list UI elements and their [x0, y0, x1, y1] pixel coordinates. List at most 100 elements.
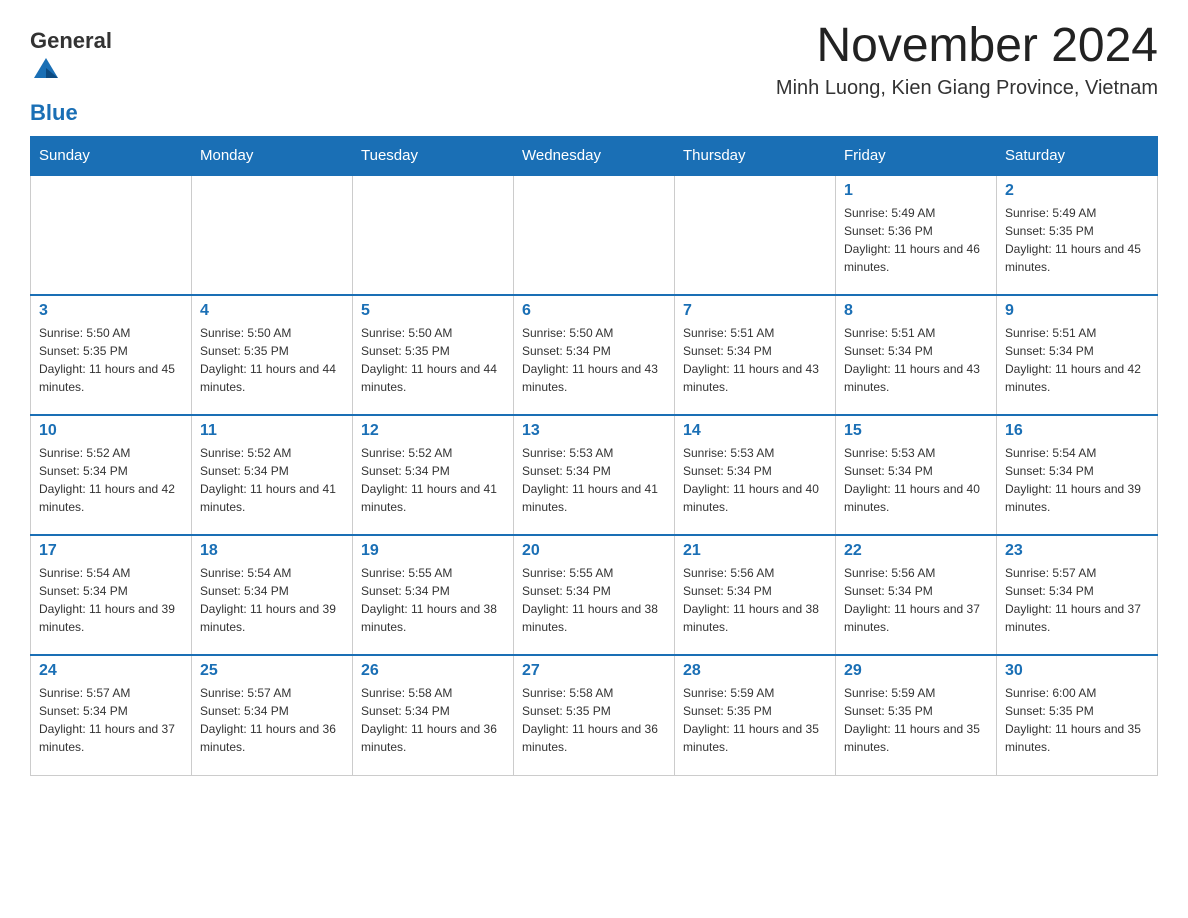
header-sunday: Sunday	[31, 137, 192, 176]
week-row-2: 10 Sunrise: 5:52 AMSunset: 5:34 PMDayligh…	[31, 415, 1158, 535]
week-row-0: 1 Sunrise: 5:49 AMSunset: 5:36 PMDaylight…	[31, 175, 1158, 295]
day-number-8: 8	[844, 302, 988, 320]
week-row-1: 3 Sunrise: 5:50 AMSunset: 5:35 PMDaylight…	[31, 295, 1158, 415]
day-number-11: 11	[200, 422, 344, 440]
calendar-cell-w2-d4: 14 Sunrise: 5:53 AMSunset: 5:34 PMDayligh…	[675, 415, 836, 535]
calendar: Sunday Monday Tuesday Wednesday Thursday…	[30, 136, 1158, 776]
day-number-9: 9	[1005, 302, 1149, 320]
calendar-cell-w2-d6: 16 Sunrise: 5:54 AMSunset: 5:34 PMDayligh…	[997, 415, 1158, 535]
calendar-cell-w4-d3: 27 Sunrise: 5:58 AMSunset: 5:35 PMDayligh…	[514, 655, 675, 775]
header-tuesday: Tuesday	[353, 137, 514, 176]
day-info-14: Sunrise: 5:53 AMSunset: 5:34 PMDaylight:…	[683, 444, 827, 516]
calendar-cell-w3-d4: 21Sunrise: 5:56 AMSunset: 5:34 PMDayligh…	[675, 535, 836, 655]
day-number-13: 13	[522, 422, 666, 440]
day-number-26: 26	[361, 662, 505, 680]
calendar-header-row: Sunday Monday Tuesday Wednesday Thursday…	[31, 137, 1158, 176]
day-number-16: 16	[1005, 422, 1149, 440]
day-number-7: 7	[683, 302, 827, 320]
calendar-cell-w3-d1: 18Sunrise: 5:54 AMSunset: 5:34 PMDayligh…	[192, 535, 353, 655]
day-number-25: 25	[200, 662, 344, 680]
day-number-12: 12	[361, 422, 505, 440]
calendar-cell-w3-d3: 20 Sunrise: 5:55 AMSunset: 5:34 PMDayligh…	[514, 535, 675, 655]
month-title: November 2024	[776, 20, 1158, 73]
day-number-14: 14	[683, 422, 827, 440]
header: General Blue November 2024 Minh Luong, K…	[30, 20, 1158, 126]
day-number-17: 17	[39, 542, 183, 560]
day-info-16: Sunrise: 5:54 AMSunset: 5:34 PMDaylight:…	[1005, 444, 1149, 516]
day-info-28: Sunrise: 5:59 AMSunset: 5:35 PMDaylight:…	[683, 684, 827, 756]
day-info-27: Sunrise: 5:58 AMSunset: 5:35 PMDaylight:…	[522, 684, 666, 756]
day-info-1: Sunrise: 5:49 AMSunset: 5:36 PMDaylight:…	[844, 204, 988, 276]
calendar-cell-w1-d5: 8 Sunrise: 5:51 AMSunset: 5:34 PMDaylight…	[836, 295, 997, 415]
day-info-3: Sunrise: 5:50 AMSunset: 5:35 PMDaylight:…	[39, 324, 183, 396]
title-area: November 2024 Minh Luong, Kien Giang Pro…	[776, 20, 1158, 100]
day-info-12: Sunrise: 5:52 AMSunset: 5:34 PMDaylight:…	[361, 444, 505, 516]
day-number-2: 2	[1005, 182, 1149, 200]
header-wednesday: Wednesday	[514, 137, 675, 176]
day-number-4: 4	[200, 302, 344, 320]
day-info-26: Sunrise: 5:58 AMSunset: 5:34 PMDaylight:…	[361, 684, 505, 756]
day-info-6: Sunrise: 5:50 AMSunset: 5:34 PMDaylight:…	[522, 324, 666, 396]
calendar-cell-w1-d3: 6 Sunrise: 5:50 AMSunset: 5:34 PMDaylight…	[514, 295, 675, 415]
day-info-9: Sunrise: 5:51 AMSunset: 5:34 PMDaylight:…	[1005, 324, 1149, 396]
day-number-18: 18	[200, 542, 344, 560]
week-row-3: 17 Sunrise: 5:54 AMSunset: 5:34 PMDayligh…	[31, 535, 1158, 655]
calendar-cell-w1-d6: 9 Sunrise: 5:51 AMSunset: 5:34 PMDaylight…	[997, 295, 1158, 415]
calendar-cell-w0-d1	[192, 175, 353, 295]
day-number-6: 6	[522, 302, 666, 320]
calendar-cell-w0-d4	[675, 175, 836, 295]
day-info-4: Sunrise: 5:50 AMSunset: 5:35 PMDaylight:…	[200, 324, 344, 396]
calendar-cell-w1-d1: 4 Sunrise: 5:50 AMSunset: 5:35 PMDaylight…	[192, 295, 353, 415]
day-number-5: 5	[361, 302, 505, 320]
calendar-cell-w3-d5: 22Sunrise: 5:56 AMSunset: 5:34 PMDayligh…	[836, 535, 997, 655]
calendar-cell-w2-d1: 11 Sunrise: 5:52 AMSunset: 5:34 PMDayligh…	[192, 415, 353, 535]
calendar-cell-w3-d2: 19Sunrise: 5:55 AMSunset: 5:34 PMDayligh…	[353, 535, 514, 655]
day-info-15: Sunrise: 5:53 AMSunset: 5:34 PMDaylight:…	[844, 444, 988, 516]
logo: General Blue	[30, 28, 112, 126]
calendar-cell-w4-d6: 30Sunrise: 6:00 AMSunset: 5:35 PMDayligh…	[997, 655, 1158, 775]
day-number-29: 29	[844, 662, 988, 680]
header-monday: Monday	[192, 137, 353, 176]
header-thursday: Thursday	[675, 137, 836, 176]
day-info-11: Sunrise: 5:52 AMSunset: 5:34 PMDaylight:…	[200, 444, 344, 516]
location-subtitle: Minh Luong, Kien Giang Province, Vietnam	[776, 77, 1158, 100]
day-info-7: Sunrise: 5:51 AMSunset: 5:34 PMDaylight:…	[683, 324, 827, 396]
day-number-27: 27	[522, 662, 666, 680]
day-number-3: 3	[39, 302, 183, 320]
calendar-cell-w1-d4: 7 Sunrise: 5:51 AMSunset: 5:34 PMDaylight…	[675, 295, 836, 415]
day-number-21: 21	[683, 542, 827, 560]
calendar-cell-w3-d0: 17 Sunrise: 5:54 AMSunset: 5:34 PMDayligh…	[31, 535, 192, 655]
day-info-24: Sunrise: 5:57 AMSunset: 5:34 PMDaylight:…	[39, 684, 183, 756]
calendar-cell-w4-d5: 29Sunrise: 5:59 AMSunset: 5:35 PMDayligh…	[836, 655, 997, 775]
calendar-cell-w1-d2: 5 Sunrise: 5:50 AMSunset: 5:35 PMDaylight…	[353, 295, 514, 415]
calendar-cell-w0-d2	[353, 175, 514, 295]
day-info-13: Sunrise: 5:53 AMSunset: 5:34 PMDaylight:…	[522, 444, 666, 516]
day-number-30: 30	[1005, 662, 1149, 680]
day-number-10: 10	[39, 422, 183, 440]
day-number-1: 1	[844, 182, 988, 200]
day-info-2: Sunrise: 5:49 AMSunset: 5:35 PMDaylight:…	[1005, 204, 1149, 276]
day-info-8: Sunrise: 5:51 AMSunset: 5:34 PMDaylight:…	[844, 324, 988, 396]
day-info-10: Sunrise: 5:52 AMSunset: 5:34 PMDaylight:…	[39, 444, 183, 516]
week-row-4: 24 Sunrise: 5:57 AMSunset: 5:34 PMDayligh…	[31, 655, 1158, 775]
day-info-20: Sunrise: 5:55 AMSunset: 5:34 PMDaylight:…	[522, 564, 666, 636]
calendar-cell-w4-d2: 26 Sunrise: 5:58 AMSunset: 5:34 PMDayligh…	[353, 655, 514, 775]
day-info-17: Sunrise: 5:54 AMSunset: 5:34 PMDaylight:…	[39, 564, 183, 636]
day-info-23: Sunrise: 5:57 AMSunset: 5:34 PMDaylight:…	[1005, 564, 1149, 636]
day-number-28: 28	[683, 662, 827, 680]
calendar-cell-w0-d3	[514, 175, 675, 295]
day-number-24: 24	[39, 662, 183, 680]
calendar-cell-w4-d1: 25 Sunrise: 5:57 AMSunset: 5:34 PMDayligh…	[192, 655, 353, 775]
day-number-19: 19	[361, 542, 505, 560]
calendar-cell-w3-d6: 23 Sunrise: 5:57 AMSunset: 5:34 PMDayligh…	[997, 535, 1158, 655]
header-saturday: Saturday	[997, 137, 1158, 176]
calendar-cell-w0-d5: 1 Sunrise: 5:49 AMSunset: 5:36 PMDaylight…	[836, 175, 997, 295]
calendar-cell-w2-d3: 13 Sunrise: 5:53 AMSunset: 5:34 PMDayligh…	[514, 415, 675, 535]
day-number-23: 23	[1005, 542, 1149, 560]
day-info-5: Sunrise: 5:50 AMSunset: 5:35 PMDaylight:…	[361, 324, 505, 396]
day-info-25: Sunrise: 5:57 AMSunset: 5:34 PMDaylight:…	[200, 684, 344, 756]
calendar-cell-w4-d0: 24 Sunrise: 5:57 AMSunset: 5:34 PMDayligh…	[31, 655, 192, 775]
logo-blue: Blue	[30, 100, 78, 126]
day-number-20: 20	[522, 542, 666, 560]
day-info-22: Sunrise: 5:56 AMSunset: 5:34 PMDaylight:…	[844, 564, 988, 636]
